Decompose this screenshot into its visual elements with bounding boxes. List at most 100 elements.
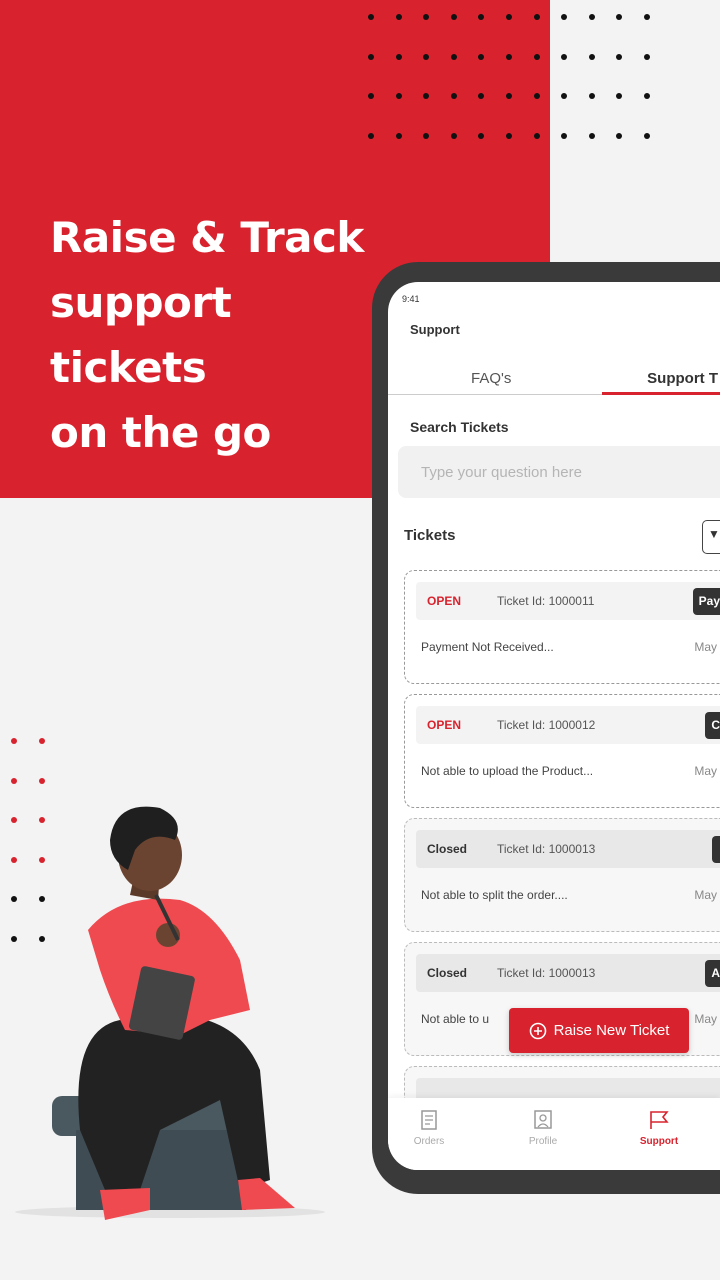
dot bbox=[588, 14, 595, 20]
nav-support[interactable]: Support bbox=[614, 1098, 704, 1147]
headline-line: Raise & Track bbox=[50, 213, 364, 262]
dot bbox=[478, 132, 485, 139]
dot bbox=[395, 14, 402, 20]
headline-line: tickets bbox=[50, 343, 207, 392]
page-title: Support bbox=[410, 322, 460, 337]
ticket-card[interactable]: Closed Ticket Id: 1000013 Not able to sp… bbox=[404, 818, 720, 932]
headline-line: support bbox=[50, 278, 232, 327]
dot bbox=[616, 93, 623, 99]
ticket-card[interactable]: OPEN Ticket Id: 1000011 Pay Payment Not … bbox=[404, 570, 720, 684]
dot bbox=[643, 93, 650, 99]
ticket-header: OPEN Ticket Id: 1000012 C bbox=[416, 706, 720, 744]
dot bbox=[505, 93, 512, 99]
search-input[interactable] bbox=[398, 446, 720, 498]
dot bbox=[11, 777, 17, 784]
ticket-id: Ticket Id: 1000013 bbox=[497, 966, 596, 980]
dot bbox=[588, 93, 595, 99]
flag-icon bbox=[650, 1111, 669, 1129]
dot bbox=[616, 132, 623, 139]
dot bbox=[395, 132, 402, 139]
dot bbox=[478, 53, 485, 60]
nav-profile[interactable]: Profile bbox=[498, 1098, 588, 1147]
tab-support-tickets[interactable]: Support T bbox=[647, 370, 718, 387]
dot bbox=[643, 14, 650, 20]
ticket-description: Not able to upload the Product... bbox=[421, 764, 594, 778]
dot bbox=[533, 132, 540, 139]
dot bbox=[368, 53, 374, 60]
person-illustration bbox=[15, 806, 325, 1220]
profile-icon bbox=[534, 1110, 552, 1129]
ticket-description: Not able to u bbox=[421, 1012, 490, 1026]
ticket-header: OPEN Ticket Id: 1000011 Pay bbox=[416, 582, 720, 620]
dot bbox=[368, 93, 374, 99]
dot bbox=[533, 93, 540, 99]
ticket-date: May bbox=[694, 888, 717, 902]
dot bbox=[450, 132, 457, 139]
dot bbox=[450, 53, 457, 60]
dot bbox=[368, 132, 374, 139]
dot bbox=[450, 14, 457, 20]
ticket-status: OPEN bbox=[427, 718, 462, 732]
dot bbox=[616, 14, 623, 20]
dot bbox=[616, 53, 623, 60]
dot bbox=[561, 14, 568, 20]
dot bbox=[561, 132, 568, 139]
ticket-id: Ticket Id: 1000011 bbox=[497, 594, 595, 608]
raise-new-ticket-button[interactable]: Raise New Ticket bbox=[509, 1008, 689, 1053]
document-icon bbox=[421, 1110, 437, 1130]
ticket-description: Payment Not Received... bbox=[421, 640, 554, 654]
dot bbox=[39, 777, 45, 784]
ticket-category-tag: C bbox=[705, 712, 720, 739]
ticket-card[interactable]: OPEN Ticket Id: 1000012 C Not able to up… bbox=[404, 694, 720, 808]
nav-support-label: Support bbox=[639, 1136, 679, 1147]
dot bbox=[423, 93, 430, 99]
dot bbox=[423, 132, 430, 139]
dot bbox=[450, 93, 457, 99]
search-label: Search Tickets bbox=[410, 419, 509, 435]
dot bbox=[505, 53, 512, 60]
nav-orders-label: Orders bbox=[413, 1136, 445, 1147]
headline: Raise & Track support tickets on the go bbox=[50, 205, 364, 465]
ticket-status: Closed bbox=[427, 842, 468, 856]
ticket-date: May bbox=[694, 764, 717, 778]
plus-circle-icon bbox=[529, 1022, 546, 1039]
ticket-id: Ticket Id: 1000012 bbox=[497, 718, 596, 732]
ticket-category-tag: A bbox=[705, 960, 720, 987]
dot bbox=[11, 738, 17, 744]
ticket-date: May bbox=[694, 640, 717, 654]
dot bbox=[588, 132, 595, 139]
ticket-id: Ticket Id: 1000013 bbox=[497, 842, 596, 856]
nav-orders[interactable]: Orders bbox=[388, 1098, 474, 1147]
dot bbox=[395, 93, 402, 99]
ticket-category-tag bbox=[712, 836, 720, 863]
dot bbox=[561, 53, 568, 60]
dot bbox=[395, 53, 402, 60]
ticket-status: OPEN bbox=[427, 594, 462, 608]
status-time: 9:41 bbox=[402, 294, 420, 304]
dot bbox=[478, 93, 485, 99]
headline-line: on the go bbox=[50, 408, 271, 457]
dot bbox=[561, 93, 568, 99]
dot bbox=[533, 14, 540, 20]
dot bbox=[478, 14, 485, 20]
dot bbox=[505, 14, 512, 20]
dot bbox=[39, 738, 45, 744]
dot bbox=[423, 14, 430, 20]
tab-faqs[interactable]: FAQ's bbox=[471, 370, 511, 387]
decorative-dots bbox=[368, 14, 672, 139]
dot bbox=[505, 132, 512, 139]
dot bbox=[643, 132, 650, 139]
tickets-heading: Tickets bbox=[404, 527, 456, 544]
nav-profile-label: Profile bbox=[528, 1136, 558, 1147]
ticket-header: Closed Ticket Id: 1000013 bbox=[416, 830, 720, 868]
phone-screen: 9:41 Support FAQ's Support T Search Tick… bbox=[388, 282, 720, 1170]
ticket-date: May bbox=[694, 1012, 717, 1026]
raise-new-ticket-label: Raise New Ticket bbox=[553, 1022, 670, 1039]
active-tab-indicator bbox=[602, 392, 720, 395]
dot bbox=[588, 53, 595, 60]
ticket-header: Closed Ticket Id: 1000013 A bbox=[416, 954, 720, 992]
dot bbox=[643, 53, 650, 60]
dot bbox=[368, 14, 374, 20]
dot bbox=[423, 53, 430, 60]
filter-icon[interactable]: ▼ bbox=[702, 520, 720, 554]
